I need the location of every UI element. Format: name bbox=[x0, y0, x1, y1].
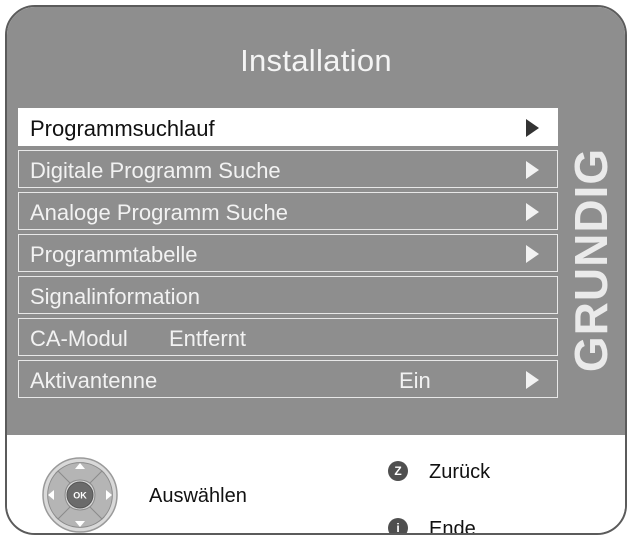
brand-text: GRUNDIG bbox=[567, 148, 615, 372]
menu-item-digitale-programm-suche[interactable]: Digitale Programm Suche bbox=[18, 150, 558, 188]
menu-item-ca-modul[interactable]: CA-Modul Entfernt bbox=[18, 318, 558, 356]
chevron-right-icon bbox=[526, 245, 539, 263]
chevron-right-icon bbox=[526, 161, 539, 179]
back-hint-label: Zurück bbox=[429, 461, 491, 483]
chevron-right-icon bbox=[526, 119, 539, 137]
menu-item-programmsuchlauf[interactable]: Programmsuchlauf bbox=[18, 108, 558, 146]
menu-item-label: Programmsuchlauf bbox=[30, 116, 215, 141]
menu-item-label: CA-Modul bbox=[30, 326, 128, 351]
menu-item-label: Programmtabelle bbox=[30, 242, 198, 267]
select-hint-label: Auswählen bbox=[149, 485, 247, 507]
menu-item-label: Signalinformation bbox=[30, 284, 200, 309]
installation-menu: Programmsuchlauf Digitale Programm Suche… bbox=[18, 108, 558, 402]
ca-modul-status: Entfernt bbox=[169, 326, 247, 351]
menu-item-programmtabelle[interactable]: Programmtabelle bbox=[18, 234, 558, 272]
menu-title: Installation bbox=[240, 43, 392, 78]
installation-menu-window: Installation Programmsuchlauf Digitale P… bbox=[5, 5, 627, 535]
end-hint-label: Ende bbox=[429, 518, 476, 535]
info-key-icon: i bbox=[388, 518, 408, 533]
aktivantenne-value: Ein bbox=[399, 368, 431, 393]
menu-item-signalinformation[interactable]: Signalinformation bbox=[18, 276, 558, 314]
menu-item-aktivantenne[interactable]: Aktivantenne Ein bbox=[18, 360, 558, 398]
menu-item-label: Analoge Programm Suche bbox=[30, 200, 289, 225]
menu-item-analoge-programm-suche[interactable]: Analoge Programm Suche bbox=[18, 192, 558, 230]
remote-dpad-icon: OK bbox=[42, 457, 118, 533]
footer-help-bar: OK Auswählen Z Zurück i Ende bbox=[7, 435, 625, 535]
menu-item-label: Digitale Programm Suche bbox=[30, 158, 281, 183]
chevron-right-icon bbox=[526, 203, 539, 221]
ok-button-label: OK bbox=[73, 491, 87, 501]
menu-panel: Installation Programmsuchlauf Digitale P… bbox=[7, 7, 625, 435]
z-key-icon: Z bbox=[388, 461, 408, 481]
menu-item-label: Aktivantenne bbox=[30, 368, 158, 393]
grundig-logo: GRUNDIG bbox=[567, 148, 615, 372]
chevron-right-icon bbox=[526, 371, 539, 389]
